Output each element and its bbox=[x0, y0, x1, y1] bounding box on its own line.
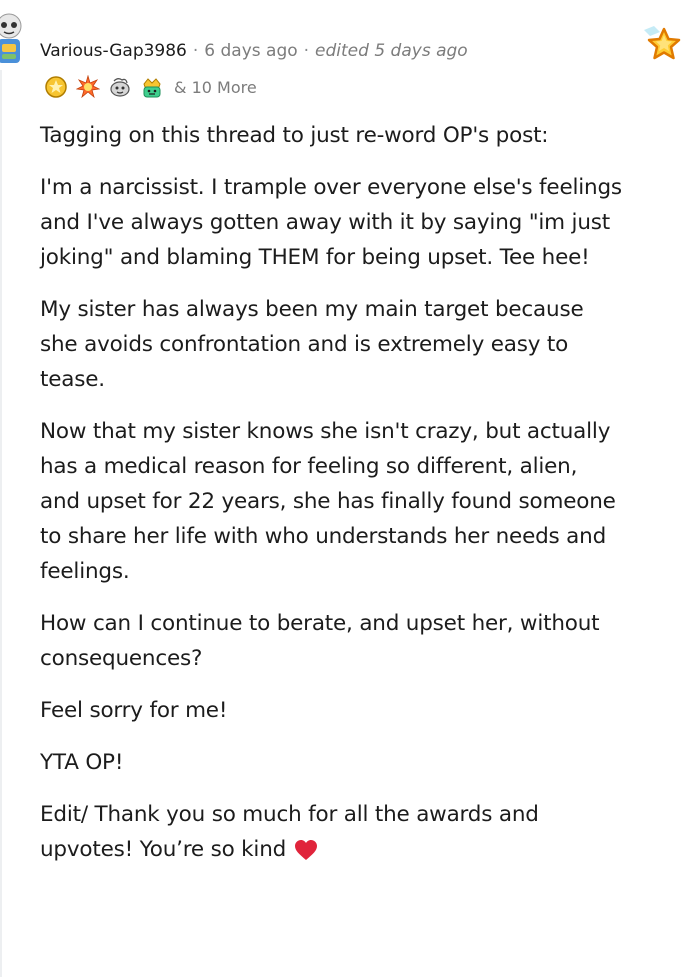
edit-text: Edit/ Thank you so much for all the awar… bbox=[40, 802, 539, 862]
user-avatar[interactable] bbox=[0, 12, 26, 70]
comment-paragraph: Feel sorry for me! bbox=[40, 698, 228, 723]
comment-paragraph: YTA OP! bbox=[40, 750, 124, 775]
star-award-icon[interactable] bbox=[640, 22, 682, 64]
edited-time: edited 5 days ago bbox=[315, 41, 468, 61]
username-link[interactable]: Various-Gap3986 bbox=[40, 41, 187, 61]
comment-paragraph: My sister has always been my main target… bbox=[40, 297, 584, 392]
gold-award-icon[interactable] bbox=[44, 75, 68, 99]
crown-award-icon[interactable] bbox=[140, 75, 164, 99]
comment-header: Various-Gap3986 · 6 days ago · edited 5 … bbox=[40, 38, 468, 64]
thread-line[interactable] bbox=[0, 70, 2, 977]
more-awards-link[interactable]: & 10 More bbox=[174, 78, 257, 97]
comment-body: Tagging on this thread to just re-word O… bbox=[40, 118, 690, 884]
wholesome-award-icon[interactable] bbox=[108, 75, 132, 99]
posted-time[interactable]: 6 days ago bbox=[204, 41, 297, 61]
separator-dot: · bbox=[303, 41, 310, 61]
comment-paragraph-edit: Edit/ Thank you so much for all the awar… bbox=[40, 797, 690, 867]
awards-row[interactable]: & 10 More bbox=[44, 72, 257, 102]
comment-paragraph: Now that my sister knows she isn't crazy… bbox=[40, 419, 616, 584]
burst-award-icon[interactable] bbox=[76, 75, 100, 99]
comment-paragraph: I'm a narcissist. I trample over everyon… bbox=[40, 175, 622, 270]
separator-dot: · bbox=[192, 41, 199, 61]
comment-paragraph: Tagging on this thread to just re-word O… bbox=[40, 123, 549, 148]
heart-emoji-icon bbox=[295, 840, 318, 860]
comment-paragraph: How can I continue to berate, and upset … bbox=[40, 611, 600, 671]
